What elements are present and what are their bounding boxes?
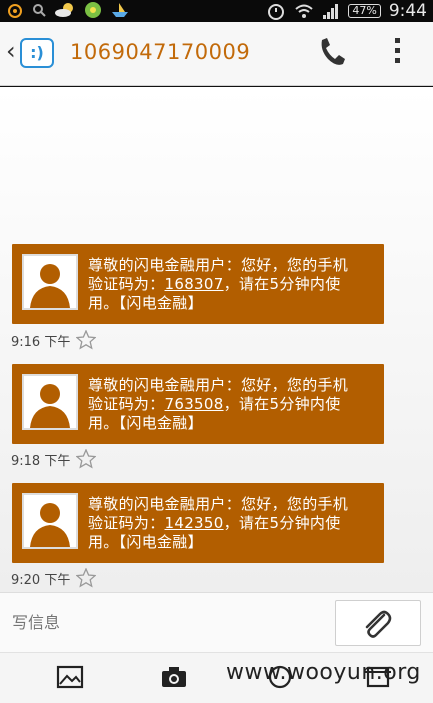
attach-button[interactable] — [335, 600, 421, 646]
message-bubble[interactable]: 尊敬的闪电金融用户：您好，您的手机 验证码为：168307，请在5分钟内使 用。… — [12, 244, 384, 324]
verification-code[interactable]: 763508 — [165, 395, 224, 413]
search-icon — [33, 4, 46, 17]
message-thread: 尊敬的闪电金融用户：您好，您的手机 验证码为：168307，请在5分钟内使 用。… — [0, 87, 433, 592]
contact-number: 1069047170009 — [70, 40, 251, 64]
camera-icon[interactable] — [160, 665, 188, 689]
system-icons: 47% 9:44 — [266, 0, 427, 22]
ball-icon — [85, 2, 101, 18]
picture-icon[interactable] — [56, 665, 84, 689]
paperclip-icon — [365, 610, 392, 638]
contact-avatar-icon — [22, 254, 78, 310]
message-text: 尊敬的闪电金融用户：您好，您的手机 验证码为：763508，请在5分钟内使 用。… — [88, 376, 349, 432]
message-input[interactable] — [12, 613, 312, 632]
sms-conversation-screen: 47% 9:44 ‹ :) 1069047170009 尊敬的闪电金融用户：您好… — [0, 0, 433, 703]
star-outline-icon[interactable] — [76, 568, 97, 588]
star-outline-icon[interactable] — [76, 330, 97, 350]
boat-icon — [112, 3, 128, 17]
message-bubble[interactable]: 尊敬的闪电金融用户：您好，您的手机 验证码为：142350，请在5分钟内使 用。… — [12, 483, 384, 563]
chevron-left-icon[interactable]: ‹ — [6, 36, 16, 66]
message-text: 尊敬的闪电金融用户：您好，您的手机 验证码为：168307，请在5分钟内使 用。… — [88, 256, 349, 312]
compose-bar — [0, 592, 433, 652]
message-time: 9:18 下午 — [11, 453, 71, 469]
message-bubble[interactable]: 尊敬的闪电金融用户：您好，您的手机 验证码为：763508，请在5分钟内使 用。… — [12, 364, 384, 444]
message-text: 尊敬的闪电金融用户：您好，您的手机 验证码为：142350，请在5分钟内使 用。… — [88, 495, 349, 551]
verification-code[interactable]: 142350 — [165, 514, 224, 532]
phone-icon[interactable] — [316, 36, 346, 68]
wifi-icon — [295, 4, 314, 18]
message-time: 9:20 下午 — [11, 572, 71, 588]
overflow-menu-icon[interactable] — [392, 38, 402, 68]
message-meta: 9:18 下午 — [11, 449, 97, 469]
conversation-header: ‹ :) 1069047170009 — [0, 22, 433, 86]
status-bar: 47% 9:44 — [0, 0, 433, 22]
message-time: 9:16 下午 — [11, 334, 71, 350]
message-meta: 9:20 下午 — [11, 568, 97, 588]
signal-icon — [323, 4, 339, 19]
watermark: www.wooyun.org — [226, 660, 421, 685]
alarm-clock-icon — [268, 4, 285, 20]
clock: 9:44 — [388, 1, 427, 21]
star-outline-icon[interactable] — [76, 449, 97, 469]
squirrel-icon — [8, 4, 22, 18]
verification-code[interactable]: 168307 — [165, 275, 224, 293]
message-app-icon[interactable]: :) — [20, 38, 54, 68]
weather-icon — [55, 3, 73, 17]
notification-icons — [6, 1, 130, 19]
message-meta: 9:16 下午 — [11, 330, 97, 350]
contact-avatar-icon — [22, 374, 78, 430]
contact-avatar-icon — [22, 493, 78, 549]
battery-indicator: 47% — [348, 4, 381, 18]
